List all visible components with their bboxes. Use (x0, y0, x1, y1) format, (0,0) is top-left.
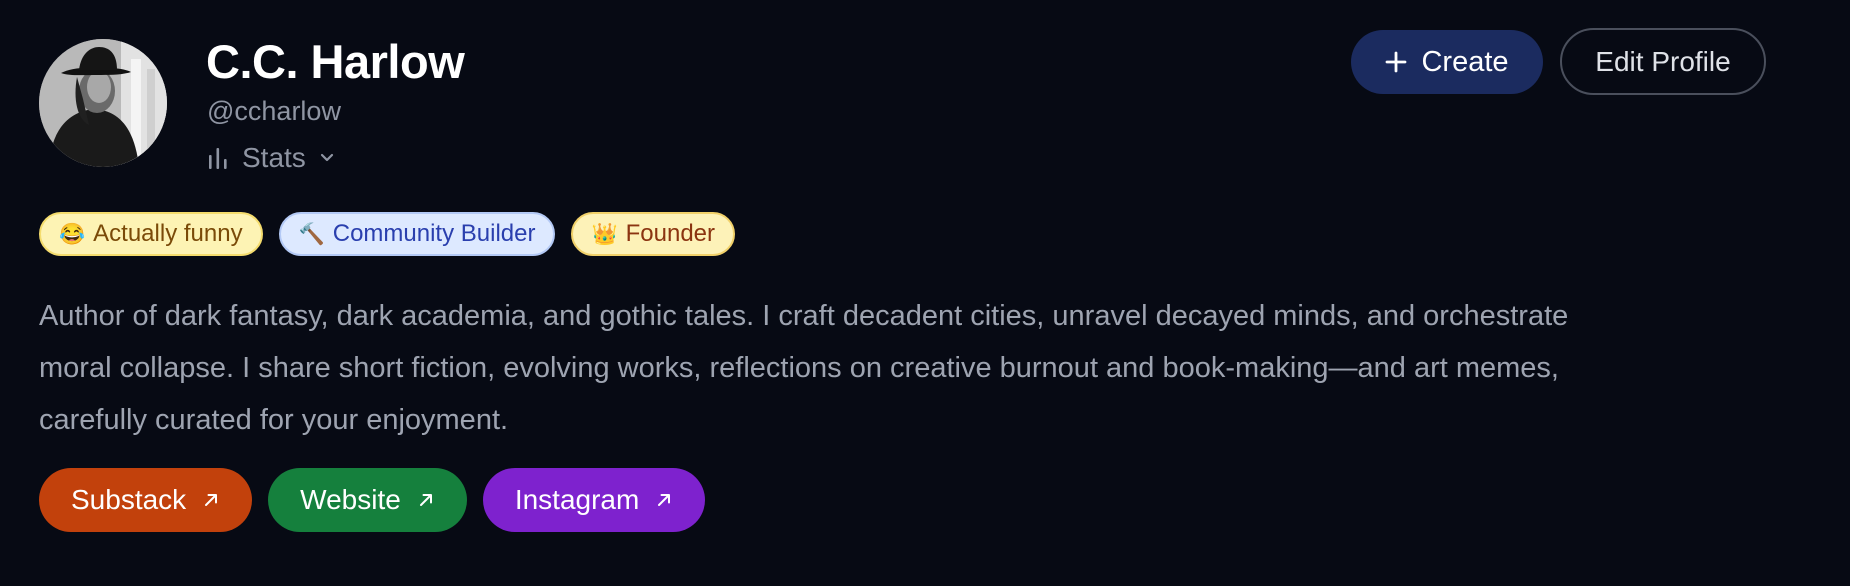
instagram-link[interactable]: Instagram (482, 468, 706, 532)
edit-profile-label: Edit Profile (1595, 45, 1731, 77)
stats-label: Stats (242, 142, 306, 173)
badge-label: Actually funny (93, 220, 243, 247)
link-label: Website (300, 484, 401, 515)
profile-photo-icon (39, 39, 167, 167)
link-label: Instagram (514, 484, 640, 515)
badge-founder[interactable]: 👑 Founder (571, 212, 736, 256)
create-button[interactable]: Create (1351, 30, 1543, 94)
external-links: Substack Website Instagram (39, 468, 706, 532)
external-arrow-icon (205, 494, 218, 506)
external-arrow-icon (419, 494, 432, 506)
badge-list: 😂 Actually funny 🔨 Community Builder 👑 F… (39, 212, 736, 256)
profile-handle: @ccharlow (207, 96, 341, 126)
hammer-emoji-icon: 🔨 (298, 222, 325, 246)
edit-profile-button[interactable]: Edit Profile (1560, 28, 1766, 95)
badge-label: Community Builder (332, 220, 536, 247)
chevron-down-icon (320, 153, 333, 162)
bar-chart-icon (209, 148, 227, 169)
website-link[interactable]: Website (268, 468, 467, 532)
bio-line: Author of dark fantasy, dark academia, a… (39, 300, 1569, 332)
create-button-label: Create (1421, 45, 1509, 78)
badge-actually-funny[interactable]: 😂 Actually funny (39, 212, 263, 256)
avatar[interactable] (39, 39, 167, 167)
bio-line: moral collapse. I share short fiction, e… (39, 352, 1559, 384)
bio-line: carefully curated for your enjoyment. (39, 404, 509, 436)
profile-bio: Author of dark fantasy, dark academia, a… (39, 290, 1829, 446)
link-label: Substack (71, 484, 187, 515)
laughing-emoji-icon: 😂 (59, 222, 86, 246)
badge-label: Founder (625, 220, 716, 247)
badge-community-builder[interactable]: 🔨 Community Builder (278, 212, 556, 256)
external-arrow-icon (658, 494, 671, 506)
plus-icon (1386, 51, 1407, 73)
stats-dropdown[interactable]: Stats (208, 142, 334, 174)
crown-emoji-icon: 👑 (591, 222, 618, 246)
profile-name: C.C. Harlow (206, 35, 465, 88)
profile-header: C.C. Harlow @ccharlow Stats Create Edit … (0, 0, 1850, 586)
substack-link[interactable]: Substack (39, 468, 253, 532)
